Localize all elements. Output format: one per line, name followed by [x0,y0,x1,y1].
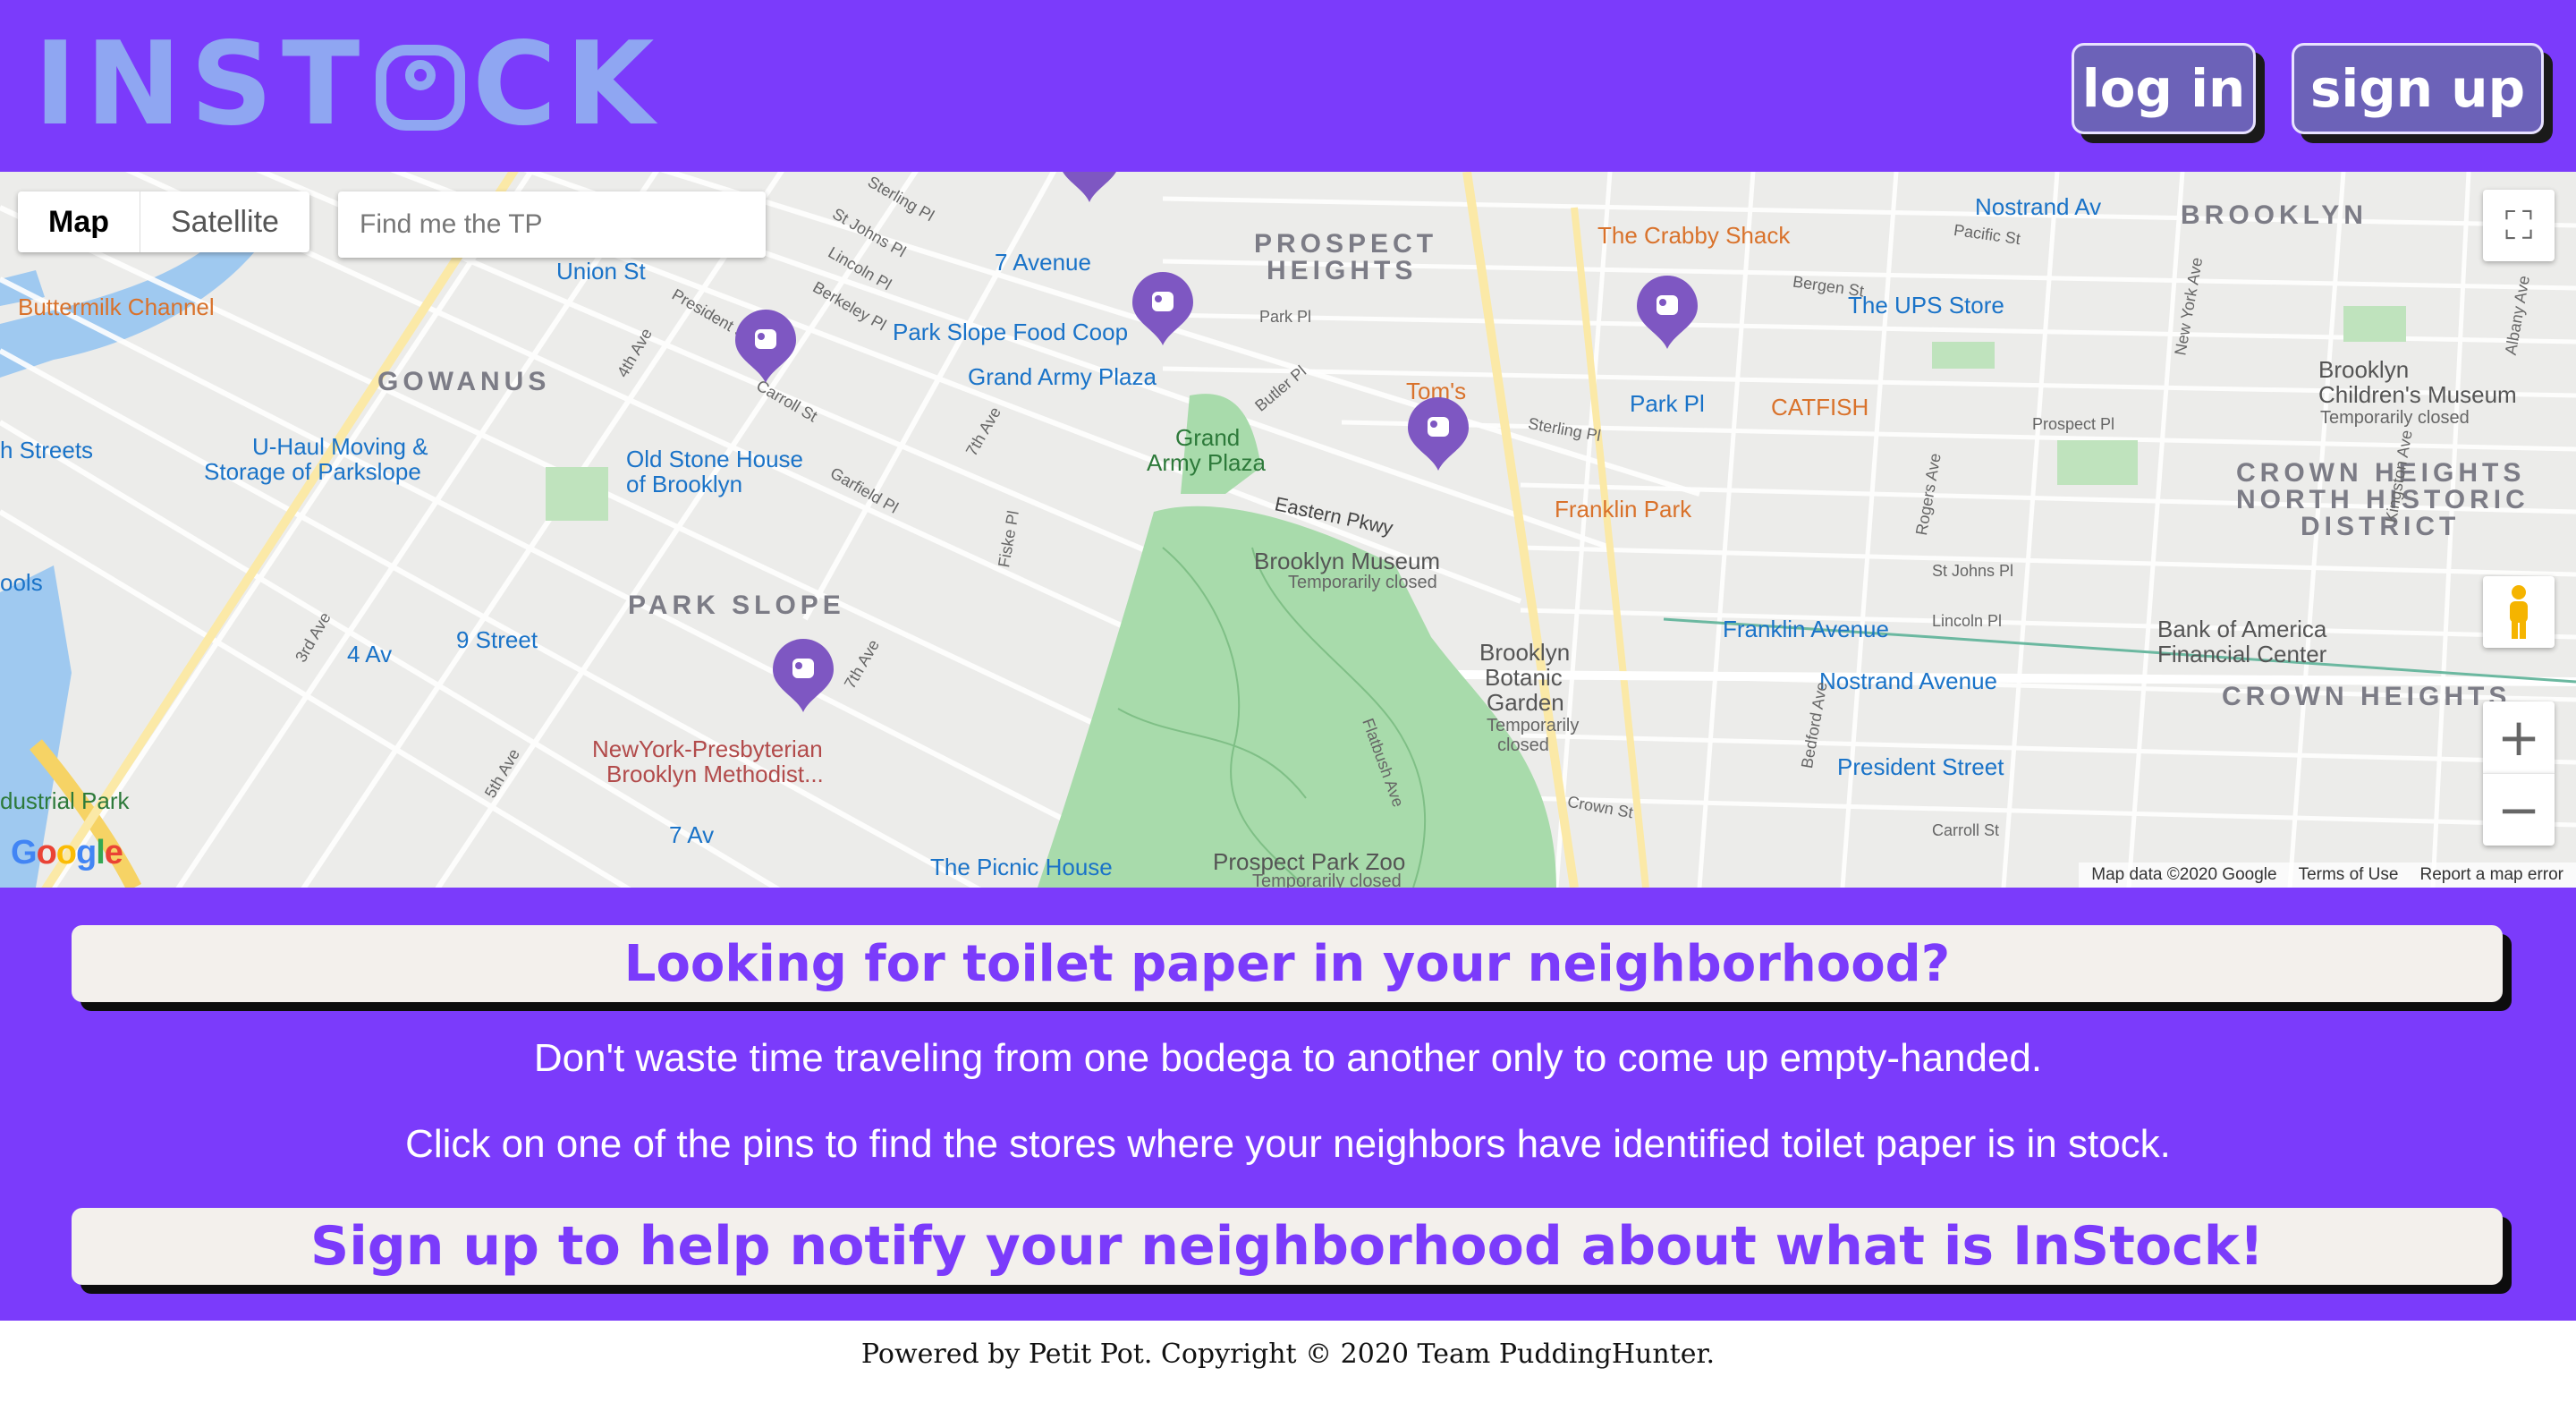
place-status: Temporarily closed [1252,871,1402,888]
place-status: Temporarily closed [1288,573,1437,592]
station-label[interactable]: 4 Av [347,641,392,668]
tp-store-pin[interactable] [1633,274,1701,351]
zoom-in-button[interactable]: + [2483,701,2555,773]
map-data-label: Map data ©2020 Google [2091,865,2277,884]
tp-store-pin[interactable] [1129,270,1197,347]
place-label[interactable]: The UPS Store [1848,292,2004,319]
street-label: Park Pl [1259,308,1312,326]
area-label: HEIGHTS [1267,256,1418,285]
place-label[interactable]: Children's Museum [2318,381,2517,409]
place-label[interactable]: U-Haul Moving & [252,433,428,461]
description-line-1: Don't waste time traveling from one bode… [533,1036,2043,1080]
logo[interactable]: INST CK [34,27,663,143]
logo-text-right: CK [472,18,664,151]
station-label[interactable]: Nostrand Av [1975,193,2101,221]
area-label: DISTRICT [2301,512,2461,541]
tp-store-pin[interactable] [1055,172,1123,204]
signup-cta-banner[interactable]: Sign up to help notify your neighborhood… [72,1208,2503,1285]
station-label[interactable]: Union St [556,258,646,285]
station-label[interactable]: Park Pl [1630,390,1705,418]
fullscreen-icon[interactable]: ⛶ [2483,190,2555,261]
footer: Powered by Petit Pot. Copyright © 2020 T… [860,1339,1716,1370]
street-label: St Johns Pl [1932,562,2014,580]
logo-text-left: INST [34,18,369,151]
place-label[interactable]: Grand [1175,424,1240,452]
place-label[interactable]: Botanic [1485,664,1563,692]
station-label[interactable]: Nostrand Avenue [1819,667,1997,695]
place-label[interactable]: ools [0,569,43,597]
header: INST CK log in sign up [0,0,2576,172]
area-label: BROOKLYN [2181,200,2368,230]
terms-link[interactable]: Terms of Use [2299,865,2399,885]
place-status: Temporarily closed [2320,408,2470,428]
map-search-input[interactable] [338,191,766,258]
place-label[interactable]: Brooklyn [1479,639,1570,667]
station-label[interactable]: h Streets [0,437,93,464]
info-section: Looking for toilet paper in your neighbo… [0,888,2576,1321]
map-type-map-button[interactable]: Map [18,191,140,252]
place-label[interactable]: Park Slope Food Coop [893,319,1128,346]
place-label[interactable]: Bank of America [2157,616,2326,643]
street-label: Lincoln Pl [1932,612,2003,630]
description-line-2: Click on one of the pins to find the sto… [405,1122,2171,1166]
station-label[interactable]: 9 Street [456,626,538,654]
area-label: PROSPECT [1254,229,1438,259]
tp-store-pin[interactable] [769,637,837,714]
station-label[interactable]: 7 Avenue [995,249,1091,276]
login-button[interactable]: log in [2072,43,2256,134]
pegman-icon[interactable] [2483,576,2555,648]
area-label: PARK SLOPE [628,591,845,620]
map[interactable]: BROOKLYN PROSPECT HEIGHTS GOWANUS PARK S… [0,172,2576,888]
place-label[interactable]: CATFISH [1771,394,1868,421]
signup-button[interactable]: sign up [2292,43,2544,134]
place-label[interactable]: Brooklyn Museum [1254,548,1440,575]
tp-store-pin[interactable] [732,308,800,385]
place-label[interactable]: The Picnic House [930,854,1113,881]
place-label[interactable]: Old Stone House [626,446,803,473]
area-label: CROWN HEIGHTS [2222,682,2512,711]
map-type-toggle: Map Satellite [18,191,309,252]
station-label[interactable]: President Street [1837,753,2004,781]
headline-banner: Looking for toilet paper in your neighbo… [72,925,2503,1002]
place-label[interactable]: Army Plaza [1147,449,1266,477]
place-label[interactable]: Brooklyn [2318,356,2409,384]
area-label: GOWANUS [377,367,551,396]
street-label: Prospect Pl [2032,415,2115,433]
place-status: Temporarily [1487,716,1580,735]
report-error-link[interactable]: Report a map error [2419,865,2563,885]
station-label[interactable]: Franklin Avenue [1723,616,1889,643]
place-status: closed [1497,735,1549,755]
place-label[interactable]: Buttermilk Channel [18,293,215,321]
place-label[interactable]: Storage of Parkslope [204,458,421,486]
toilet-roll-icon [374,38,467,132]
place-label[interactable]: Brooklyn Methodist... [606,761,824,788]
place-label[interactable]: dustrial Park [0,787,130,815]
station-label[interactable]: 7 Av [669,821,714,849]
place-label[interactable]: Financial Center [2157,641,2326,668]
tp-store-pin[interactable] [1404,395,1472,472]
place-label[interactable]: of Brooklyn [626,471,742,498]
area-label: CROWN HEIGHTS [2236,458,2526,488]
place-label[interactable]: Garden [1487,689,1564,717]
place-label[interactable]: The Crabby Shack [1597,222,1790,250]
street-label: Carroll St [1932,821,2000,839]
zoom-out-button[interactable]: − [2483,773,2555,846]
map-attribution: Map data ©2020 Google Terms of Use Repor… [2079,863,2576,888]
map-type-satellite-button[interactable]: Satellite [140,191,309,252]
place-label[interactable]: Franklin Park [1555,496,1691,523]
google-logo[interactable]: Google [11,834,123,872]
place-label[interactable]: NewYork-Presbyterian [592,735,823,763]
station-label[interactable]: Grand Army Plaza [968,363,1157,391]
